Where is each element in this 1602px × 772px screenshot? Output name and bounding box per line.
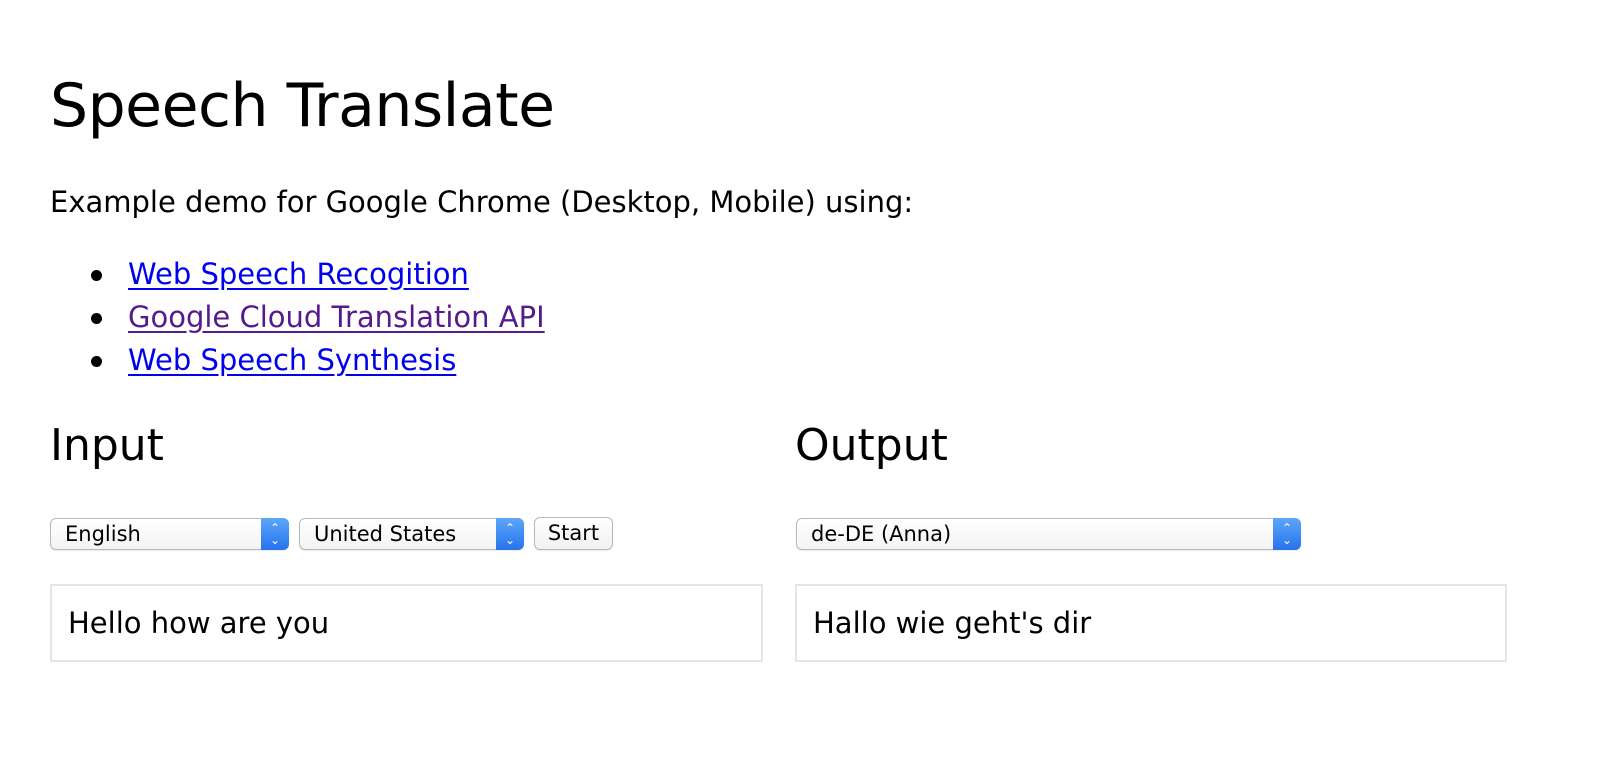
voice-select-value: de-DE (Anna) — [811, 522, 952, 546]
language-select[interactable]: English ⌃ ⌄ — [50, 518, 289, 550]
list-item: Web Speech Recogition — [50, 253, 545, 296]
input-heading: Input — [50, 420, 164, 471]
chevron-up-down-icon: ⌃ ⌄ — [261, 518, 289, 550]
bullet-icon — [91, 270, 102, 281]
country-select-value: United States — [314, 522, 457, 546]
language-select-value: English — [65, 522, 141, 546]
intro-text: Example demo for Google Chrome (Desktop,… — [50, 185, 914, 219]
output-heading: Output — [795, 420, 948, 471]
chevron-up-down-icon: ⌃ ⌄ — [496, 518, 524, 550]
bullet-icon — [91, 356, 102, 367]
link-list: Web Speech Recogition Google Cloud Trans… — [50, 253, 545, 382]
page-title: Speech Translate — [50, 71, 555, 141]
bullet-icon — [91, 313, 102, 324]
list-item: Google Cloud Translation API — [50, 296, 545, 339]
link-web-speech-synthesis[interactable]: Web Speech Synthesis — [128, 343, 456, 377]
list-item: Web Speech Synthesis — [50, 339, 545, 382]
output-text-box: Hallo wie geht's dir — [795, 584, 1507, 662]
voice-select[interactable]: de-DE (Anna) ⌃ ⌄ — [796, 518, 1301, 550]
chevron-up-down-icon: ⌃ ⌄ — [1273, 518, 1301, 550]
link-google-cloud-translation-api[interactable]: Google Cloud Translation API — [128, 300, 545, 334]
input-text-box[interactable]: Hello how are you — [50, 584, 763, 662]
start-button[interactable]: Start — [534, 517, 613, 550]
country-select[interactable]: United States ⌃ ⌄ — [299, 518, 524, 550]
link-web-speech-recognition[interactable]: Web Speech Recogition — [128, 257, 469, 291]
